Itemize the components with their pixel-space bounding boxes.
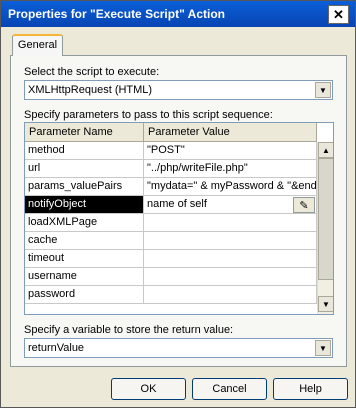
ok-button[interactable]: OK: [111, 378, 186, 400]
param-name-cell[interactable]: method: [25, 142, 144, 159]
param-name-cell[interactable]: loadXMLPage: [25, 214, 144, 231]
chevron-down-icon: ▼: [322, 299, 330, 309]
close-button[interactable]: ✕: [328, 5, 349, 24]
table-row[interactable]: method "POST": [25, 142, 317, 160]
param-value-cell[interactable]: [144, 268, 317, 285]
table-row[interactable]: cache: [25, 232, 317, 250]
scroll-up-button[interactable]: ▲: [318, 142, 333, 158]
param-name-cell[interactable]: password: [25, 286, 144, 303]
param-value-cell[interactable]: [144, 214, 317, 231]
param-value-cell[interactable]: [144, 250, 317, 267]
param-name-cell[interactable]: cache: [25, 232, 144, 249]
param-value-cell[interactable]: "mydata=" & myPassword & "&end: [144, 178, 317, 195]
param-value-cell[interactable]: "../php/writeFile.php": [144, 160, 317, 177]
cancel-button[interactable]: Cancel: [192, 378, 267, 400]
table-row-selected[interactable]: notifyObject name of self ✎: [25, 196, 317, 214]
param-name-cell[interactable]: url: [25, 160, 144, 177]
table-row[interactable]: params_valuePairs "mydata=" & myPassword…: [25, 178, 317, 196]
param-value-text: name of self: [147, 198, 207, 210]
param-value-cell[interactable]: [144, 286, 317, 303]
script-select-value: XMLHttpRequest (HTML): [28, 84, 153, 96]
param-name-cell[interactable]: username: [25, 268, 144, 285]
script-select[interactable]: XMLHttpRequest (HTML) ▼: [24, 80, 333, 100]
script-label: Select the script to execute:: [24, 66, 160, 78]
table-row[interactable]: username: [25, 268, 317, 286]
table-row[interactable]: loadXMLPage: [25, 214, 317, 232]
return-var-label: Specify a variable to store the return v…: [24, 324, 234, 336]
param-value-cell[interactable]: name of self: [144, 196, 317, 213]
params-scrollbar[interactable]: ▲ ▼: [317, 142, 333, 314]
param-value-cell[interactable]: [144, 232, 317, 249]
table-row[interactable]: timeout: [25, 250, 317, 268]
window-title: Properties for "Execute Script" Action: [8, 7, 225, 21]
scroll-thumb[interactable]: [318, 158, 333, 280]
help-button[interactable]: Help: [273, 378, 348, 400]
param-value-cell[interactable]: "POST": [144, 142, 317, 159]
chevron-down-icon[interactable]: ▼: [315, 340, 331, 356]
chevron-up-icon: ▲: [322, 145, 330, 155]
params-label: Specify parameters to pass to this scrip…: [24, 109, 273, 121]
param-name-cell[interactable]: notifyObject: [25, 196, 144, 213]
table-row[interactable]: url "../php/writeFile.php": [25, 160, 317, 178]
properties-dialog: Properties for "Execute Script" Action ✕…: [0, 0, 356, 408]
close-icon: ✕: [333, 7, 344, 22]
tab-general[interactable]: General: [12, 34, 63, 56]
edit-icon: ✎: [299, 199, 309, 212]
scroll-down-button[interactable]: ▼: [318, 296, 333, 312]
return-var-select[interactable]: returnValue ▼: [24, 338, 333, 358]
edit-value-button[interactable]: ✎: [293, 197, 315, 213]
column-header-value[interactable]: Parameter Value: [144, 123, 317, 142]
param-name-cell[interactable]: timeout: [25, 250, 144, 267]
params-grid: Parameter Name Parameter Value method "P…: [24, 122, 334, 315]
title-bar[interactable]: Properties for "Execute Script" Action ✕: [1, 1, 355, 27]
return-var-value: returnValue: [28, 342, 85, 354]
table-row[interactable]: password: [25, 286, 317, 304]
chevron-down-icon[interactable]: ▼: [315, 82, 331, 98]
params-grid-header: Parameter Name Parameter Value: [25, 123, 317, 142]
param-name-cell[interactable]: params_valuePairs: [25, 178, 144, 195]
column-header-name[interactable]: Parameter Name: [25, 123, 144, 142]
